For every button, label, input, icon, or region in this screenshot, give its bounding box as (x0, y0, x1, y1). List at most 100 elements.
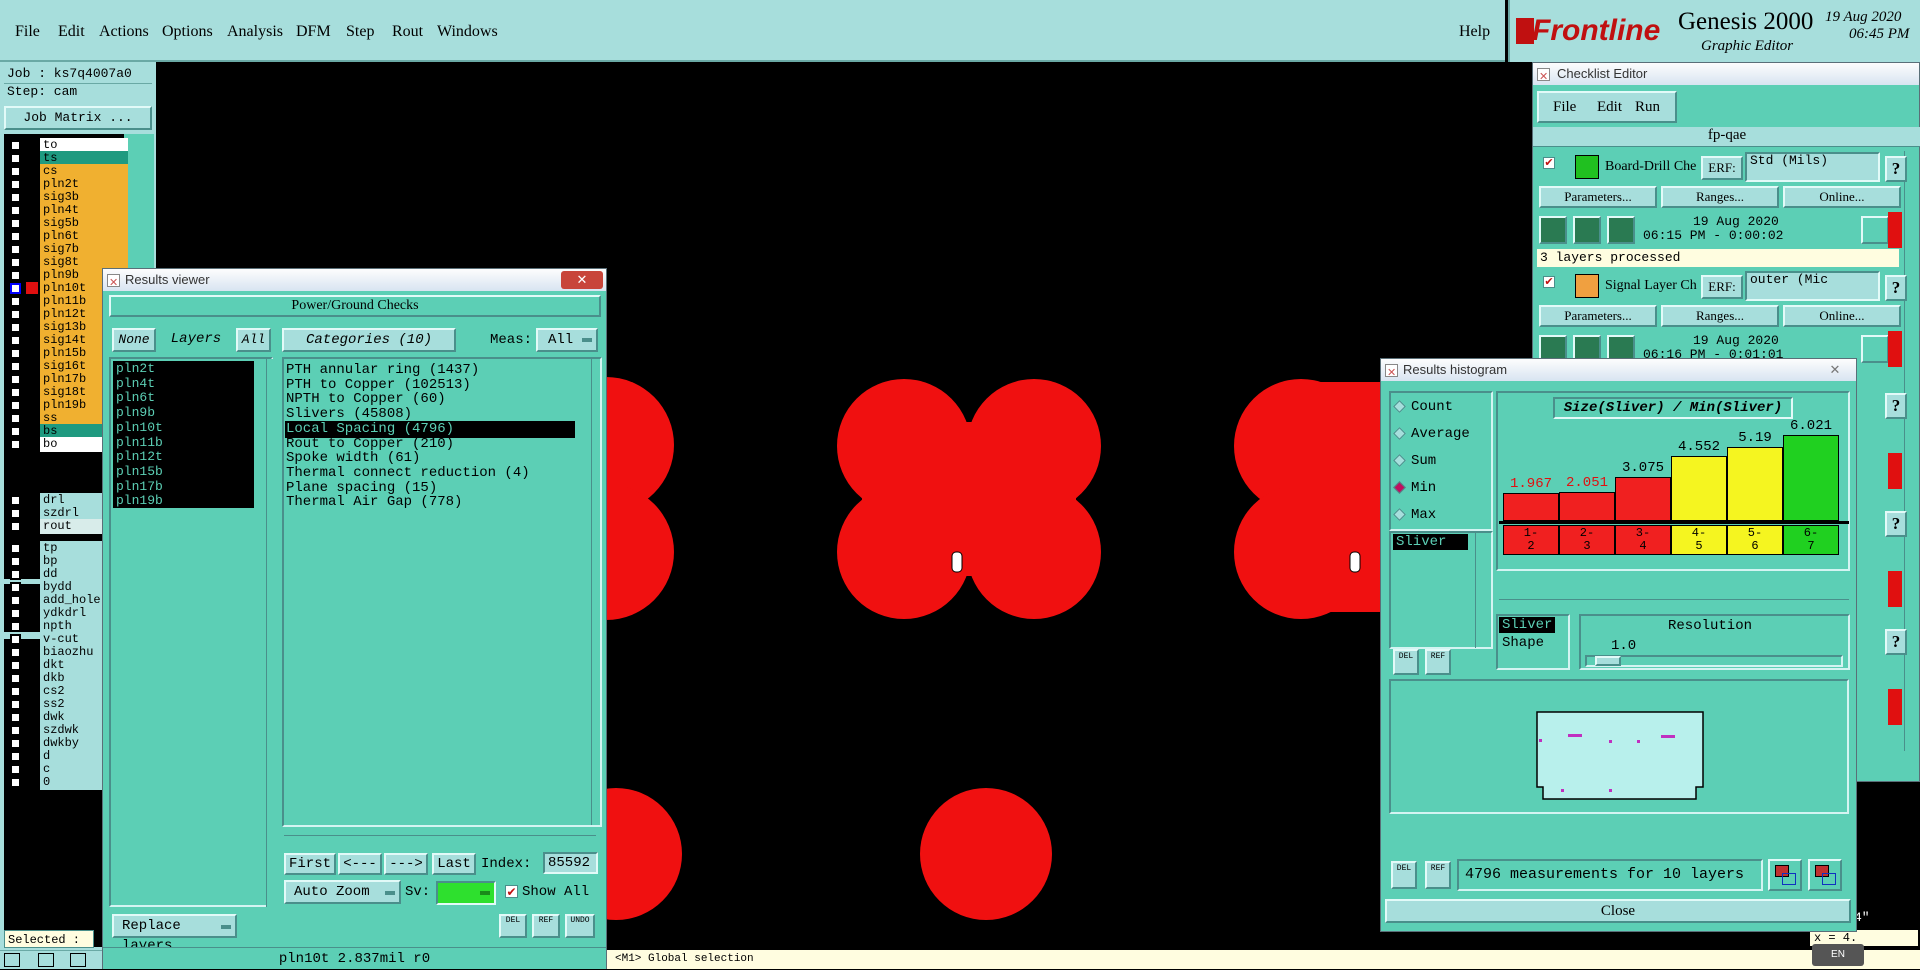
layer-checkbox[interactable] (10, 495, 21, 506)
ranges-button[interactable]: Ranges... (1661, 186, 1779, 208)
layer-checkbox[interactable] (10, 283, 21, 294)
results-viewer-titlebar[interactable]: Results viewer (103, 269, 606, 294)
menu-help[interactable]: Help (1459, 23, 1490, 41)
help-icon[interactable]: ? (1885, 629, 1907, 655)
histogram-range-cell[interactable]: 2- 3 (1559, 525, 1615, 555)
histogram-titlebar[interactable]: Results histogram (1381, 359, 1856, 384)
ref-button[interactable]: REF (532, 914, 560, 938)
close-icon[interactable]: ✕ (1820, 362, 1850, 378)
histogram-bar[interactable] (1559, 492, 1615, 521)
language-indicator[interactable]: EN (1812, 944, 1864, 966)
histogram-bar[interactable] (1783, 435, 1839, 521)
hist-ref-button[interactable]: REF (1425, 649, 1451, 675)
preview-del-button[interactable]: DEL (1391, 861, 1417, 889)
show-all-checkbox[interactable]: ✔ (505, 885, 518, 898)
run-green-icon[interactable] (1539, 216, 1567, 244)
checklist-menu-edit[interactable]: Edit (1597, 99, 1622, 116)
online-button[interactable]: Online... (1783, 186, 1901, 208)
layer-checkbox[interactable] (10, 309, 21, 320)
histogram-range-cell[interactable]: 6- 7 (1783, 525, 1839, 555)
last-button[interactable]: Last (432, 853, 476, 875)
erf-value[interactable]: Std (Mils) (1745, 152, 1880, 182)
layer-checkbox[interactable] (10, 699, 21, 710)
preview-ref-button[interactable]: REF (1425, 861, 1451, 889)
layer-checkbox[interactable] (10, 647, 21, 658)
measure-list-item[interactable]: Sliver (1393, 534, 1468, 550)
layer-item[interactable]: pln15b (113, 463, 254, 479)
resolution-slider-thumb[interactable] (1595, 656, 1621, 666)
layer-item[interactable]: pln6t (113, 390, 254, 406)
measure-list-scrollbar[interactable] (1475, 533, 1484, 648)
command-line[interactable]: <M1> Global selection (607, 950, 1920, 969)
category-item[interactable]: Thermal Air Gap (778) (285, 494, 575, 511)
run-red-icon[interactable] (1607, 216, 1635, 244)
layer-checkbox[interactable] (10, 205, 21, 216)
action-enable-checkbox[interactable]: ✔ (1543, 157, 1555, 169)
menu-options[interactable]: Options (162, 23, 213, 41)
layer-checkbox[interactable] (10, 426, 21, 437)
layer-checkbox[interactable] (10, 361, 21, 372)
histogram-bar[interactable] (1503, 493, 1559, 521)
checklist-titlebar[interactable]: Checklist Editor (1533, 63, 1919, 88)
report-icon[interactable] (1808, 859, 1842, 891)
layer-item[interactable]: pln2t (113, 361, 254, 376)
index-input[interactable]: 85592 (543, 852, 598, 874)
close-icon[interactable]: ✕ (561, 271, 603, 289)
layer-checkbox[interactable] (10, 569, 21, 580)
layer-item[interactable]: pln9b (113, 405, 254, 421)
menu-step[interactable]: Step (346, 23, 374, 41)
histogram-bar[interactable] (1727, 447, 1783, 521)
categories-button[interactable]: Categories (10) (282, 328, 456, 352)
del-button[interactable]: DEL (499, 914, 527, 938)
export-icon[interactable] (1768, 859, 1802, 891)
layer-checkbox[interactable] (10, 218, 21, 229)
prev-button[interactable]: <--- (338, 853, 382, 875)
layer-checkbox[interactable] (10, 751, 21, 762)
layer-item[interactable]: pln11b (113, 434, 254, 450)
sliver-marker[interactable] (951, 551, 963, 573)
radio-max[interactable]: Max (1411, 507, 1436, 523)
layer-checkbox[interactable] (10, 387, 21, 398)
layer-checkbox[interactable] (10, 608, 21, 619)
layer-item[interactable]: pln19b (113, 493, 254, 509)
layer-item[interactable]: pln10t (113, 419, 254, 435)
layer-checkbox[interactable] (10, 348, 21, 359)
layer-checkbox[interactable] (10, 521, 21, 532)
layer-checkbox[interactable] (10, 777, 21, 788)
check-icon[interactable] (38, 953, 54, 967)
all-button[interactable]: All (236, 328, 271, 352)
action-enable-checkbox[interactable]: ✔ (1543, 276, 1555, 288)
layer-checkbox[interactable] (10, 508, 21, 519)
layer-checkbox[interactable] (10, 686, 21, 697)
erf-value[interactable]: outer (Mic (1745, 271, 1880, 301)
parameters-button[interactable]: Parameters... (1539, 186, 1657, 208)
layer-checkbox[interactable] (10, 543, 21, 554)
help-icon[interactable]: ? (1885, 156, 1907, 182)
shape-list-item[interactable]: Shape (1502, 635, 1544, 651)
menu-rout[interactable]: Rout (392, 23, 423, 41)
undo-button[interactable]: UNDO (565, 914, 595, 938)
layer-checkbox[interactable] (10, 322, 21, 333)
hist-del-button[interactable]: DEL (1393, 649, 1419, 675)
layer-checkbox[interactable] (10, 634, 21, 645)
sliver-marker[interactable] (1349, 551, 1361, 573)
menu-analysis[interactable]: Analysis (227, 23, 283, 41)
menu-windows[interactable]: Windows (437, 23, 498, 41)
categories-hscrollbar[interactable] (284, 835, 596, 844)
layer-item[interactable]: pln4t (113, 375, 254, 391)
layer-checkbox[interactable] (10, 374, 21, 385)
meas-dropdown[interactable]: All (536, 328, 598, 352)
online-button[interactable]: Online... (1783, 305, 1901, 327)
checklist-scrollbar[interactable] (1904, 151, 1918, 751)
first-button[interactable]: First (284, 853, 336, 875)
histogram-range-cell[interactable]: 4- 5 (1671, 525, 1727, 555)
layer-checkbox[interactable] (10, 621, 21, 632)
histogram-hscrollbar[interactable] (1499, 599, 1849, 608)
histogram-range-cell[interactable]: 3- 4 (1615, 525, 1671, 555)
layer-checkbox[interactable] (10, 153, 21, 164)
layer-item[interactable]: pln12t (113, 449, 254, 465)
checklist-menu-file[interactable]: File (1553, 99, 1576, 116)
layer-checkbox[interactable] (10, 712, 21, 723)
radio-min[interactable]: Min (1411, 480, 1436, 496)
layer-checkbox[interactable] (10, 413, 21, 424)
